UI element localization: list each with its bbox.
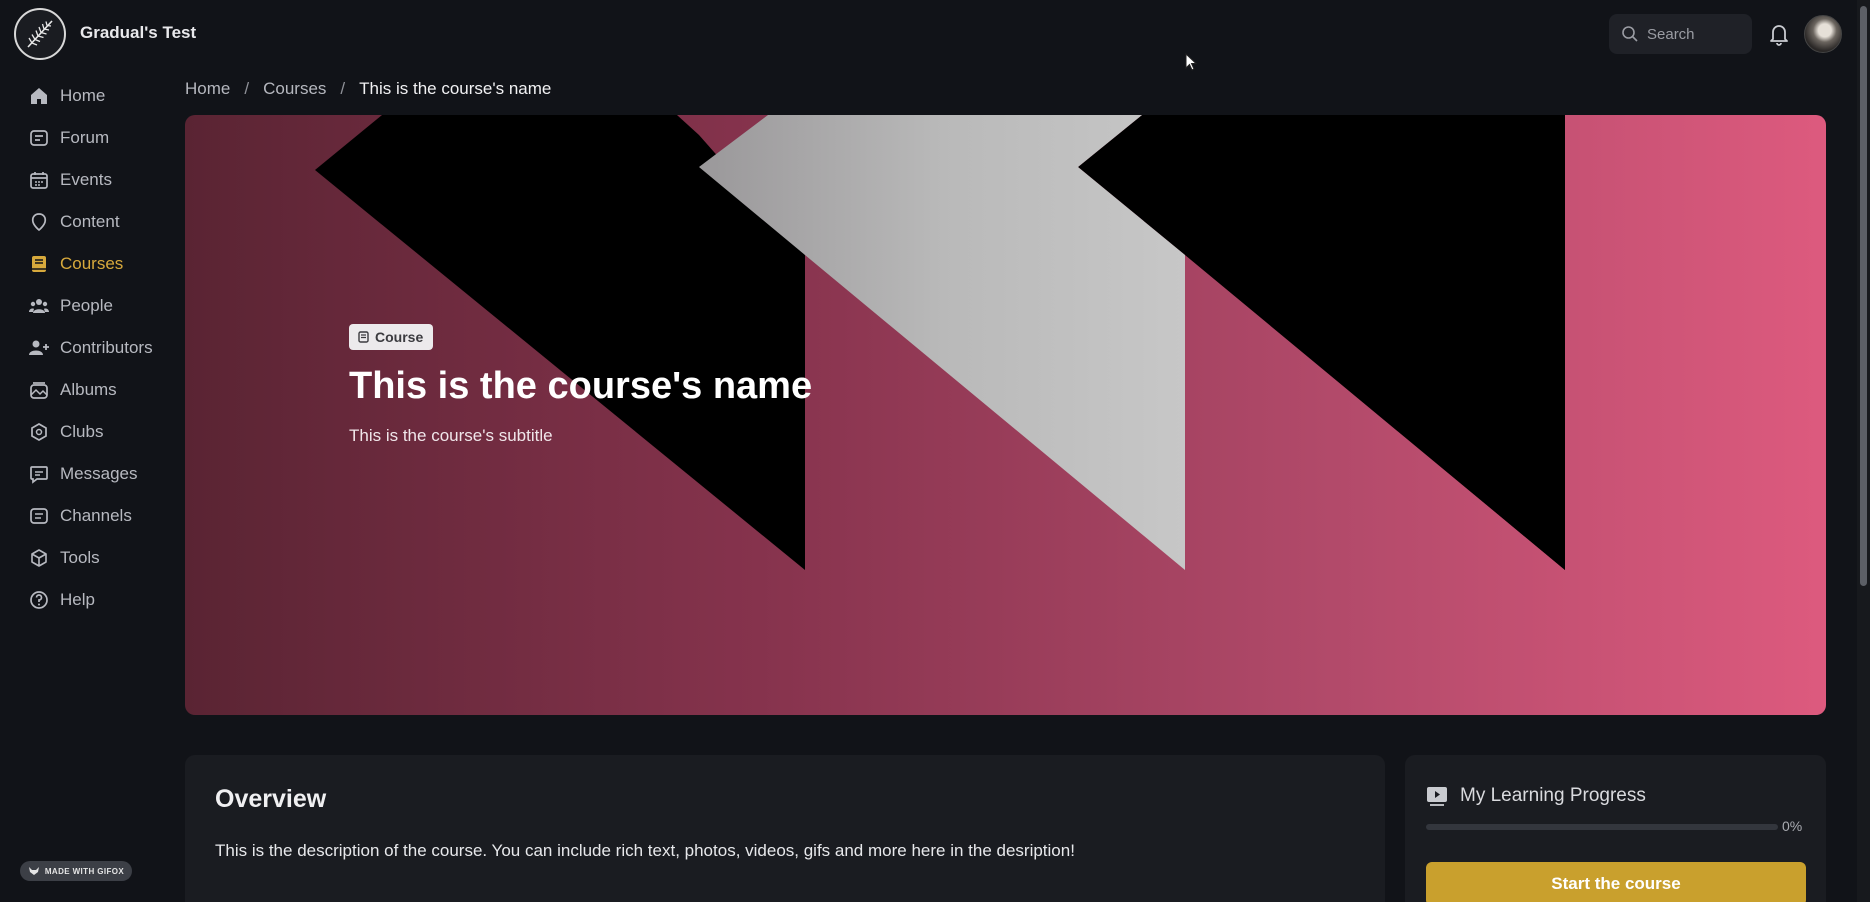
breadcrumb: Home / Courses / This is the course's na… <box>185 79 551 99</box>
content-icon <box>31 213 47 232</box>
sidebar-item-channels[interactable]: Channels <box>28 502 132 530</box>
sidebar-item-messages[interactable]: Messages <box>28 460 137 488</box>
cube-icon <box>31 549 47 567</box>
breadcrumb-separator: / <box>340 79 346 98</box>
sidebar-item-label: Courses <box>60 254 124 273</box>
site-logo[interactable] <box>14 8 66 60</box>
user-avatar[interactable] <box>1804 15 1842 53</box>
sidebar-item-help[interactable]: Help <box>28 586 95 614</box>
page-scrollbar[interactable] <box>1857 0 1870 902</box>
site-name[interactable]: Gradual's Test <box>80 23 196 43</box>
sidebar-item-label: Albums <box>60 380 117 399</box>
search-icon <box>1622 26 1638 42</box>
sidebar-item-albums[interactable]: Albums <box>28 376 117 404</box>
breadcrumb-separator: / <box>244 79 250 98</box>
top-bar: Gradual's Test Search <box>0 0 1870 68</box>
video-lesson-icon <box>1427 787 1447 806</box>
progress-bar <box>1426 824 1778 830</box>
breadcrumb-courses[interactable]: Courses <box>263 79 326 99</box>
course-hero-banner: Course This is the course's name This is… <box>185 115 1826 715</box>
sidebar-item-label: Channels <box>60 506 132 525</box>
messages-icon <box>30 466 48 484</box>
calendar-icon <box>30 172 48 189</box>
clubs-icon <box>31 423 47 441</box>
sidebar-item-contributors[interactable]: Contributors <box>28 334 153 362</box>
sidebar-item-people[interactable]: People <box>28 292 113 320</box>
breadcrumb-home[interactable]: Home <box>185 79 230 99</box>
sidebar-item-courses[interactable]: Courses <box>28 250 123 278</box>
sidebar-item-forum[interactable]: Forum <box>28 124 109 152</box>
mouse-cursor-icon <box>1185 53 1198 71</box>
learning-progress-card: My Learning Progress 0% Start the course <box>1405 755 1826 902</box>
breadcrumb-current: This is the course's name <box>359 79 552 98</box>
albums-icon <box>30 382 48 399</box>
sidebar-item-label: Home <box>60 86 106 105</box>
channels-icon <box>30 508 48 524</box>
home-icon <box>31 88 47 104</box>
gifox-badge[interactable]: MADE WITH GIFOX <box>20 861 132 881</box>
hero-artwork <box>315 115 1565 570</box>
sidebar-item-clubs[interactable]: Clubs <box>28 418 103 446</box>
sidebar-item-tools[interactable]: Tools <box>28 544 100 572</box>
progress-header: My Learning Progress <box>1426 785 1646 807</box>
course-title: This is the course's name <box>349 365 813 407</box>
overview-description: This is the description of the course. Y… <box>215 841 1075 860</box>
notifications-bell-icon[interactable] <box>1767 21 1791 47</box>
progress-percent: 0% <box>1782 818 1803 834</box>
sidebar-item-label: Content <box>60 212 120 231</box>
overview-heading: Overview <box>215 785 327 813</box>
contributors-icon <box>29 340 49 355</box>
sidebar-item-label: Messages <box>60 464 138 483</box>
sidebar-item-label: Contributors <box>60 338 153 357</box>
book-icon <box>358 331 369 343</box>
sidebar-item-label: Clubs <box>60 422 104 441</box>
sidebar-item-events[interactable]: Events <box>28 166 112 194</box>
sidebar-item-label: Tools <box>60 548 100 567</box>
book-icon <box>32 256 46 272</box>
sidebar-item-content[interactable]: Content <box>28 208 120 236</box>
course-badge: Course <box>349 324 434 350</box>
course-badge-label: Course <box>375 329 424 345</box>
people-icon <box>29 299 49 313</box>
course-subtitle: This is the course's subtitle <box>349 426 553 445</box>
sidebar-item-label: Help <box>60 590 95 609</box>
search-placeholder: Search <box>1647 25 1695 43</box>
sidebar-item-label: Forum <box>60 128 110 147</box>
fern-logo-icon <box>27 20 53 48</box>
help-icon <box>30 591 48 609</box>
fox-icon <box>28 867 39 875</box>
search-input[interactable]: Search <box>1609 14 1752 54</box>
overview-card: Overview This is the description of the … <box>185 755 1385 902</box>
scrollbar-thumb[interactable] <box>1860 6 1867 586</box>
forum-icon <box>30 130 48 146</box>
progress-title: My Learning Progress <box>1460 785 1646 806</box>
gifox-label: MADE WITH GIFOX <box>44 866 125 876</box>
sidebar-item-label: People <box>60 296 113 315</box>
sidebar-item-home[interactable]: Home <box>28 82 105 110</box>
start-course-button[interactable]: Start the course <box>1426 862 1806 902</box>
sidebar-item-label: Events <box>60 170 112 189</box>
